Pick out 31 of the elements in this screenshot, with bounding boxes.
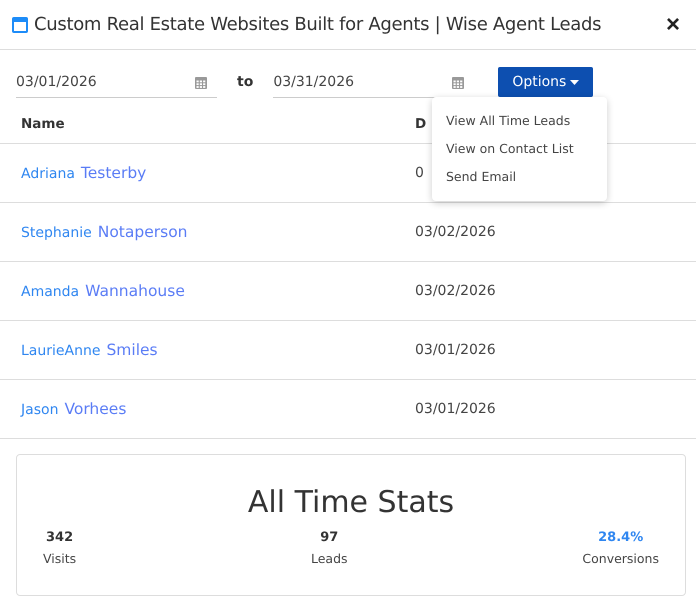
caret-icon — [570, 80, 580, 84]
stat-label: Visits — [43, 551, 76, 566]
stat-value: 28.4% — [598, 530, 644, 545]
lead-name-link[interactable]: Stephanie Notaperson — [21, 223, 188, 241]
stat-value: 97 — [320, 530, 338, 545]
options-button[interactable]: Options — [498, 67, 594, 97]
lead-name-link[interactable]: Jason Vorhees — [21, 400, 126, 418]
date-separator: to — [237, 74, 254, 90]
stat-label: Leads — [311, 551, 348, 566]
date-cell: 0 — [415, 165, 424, 181]
calendar-icon[interactable] — [452, 76, 464, 88]
start-date-field[interactable]: 03/01/2026 — [16, 66, 217, 98]
window-title: Custom Real Estate Websites Built for Agents | Wise Agent Leads — [34, 14, 602, 35]
date-cell: 03/01/2026 — [415, 401, 496, 417]
menu-item[interactable]: View on Contact List — [432, 137, 607, 165]
date-cell: 03/02/2026 — [415, 283, 496, 299]
window-icon — [12, 16, 28, 32]
calendar-icon[interactable] — [195, 76, 207, 88]
menu-item[interactable]: View All Time Leads — [432, 109, 607, 137]
lead-name-link[interactable]: LaurieAnne Smiles — [21, 341, 158, 359]
close-button[interactable]: × — [662, 12, 684, 36]
stats-title: All Time Stats — [246, 485, 456, 520]
stat-label: Conversions — [582, 551, 659, 566]
lead-name-link[interactable]: Adriana Testerby — [21, 164, 146, 182]
stat-value: 342 — [46, 530, 74, 545]
date-cell: 03/01/2026 — [415, 342, 496, 358]
column-header: D — [415, 116, 426, 132]
column-header: Name — [21, 116, 65, 132]
date-cell: 03/02/2026 — [415, 224, 496, 240]
menu-item[interactable]: Send Email — [432, 165, 607, 193]
lead-name-link[interactable]: Amanda Wannahouse — [21, 282, 185, 300]
